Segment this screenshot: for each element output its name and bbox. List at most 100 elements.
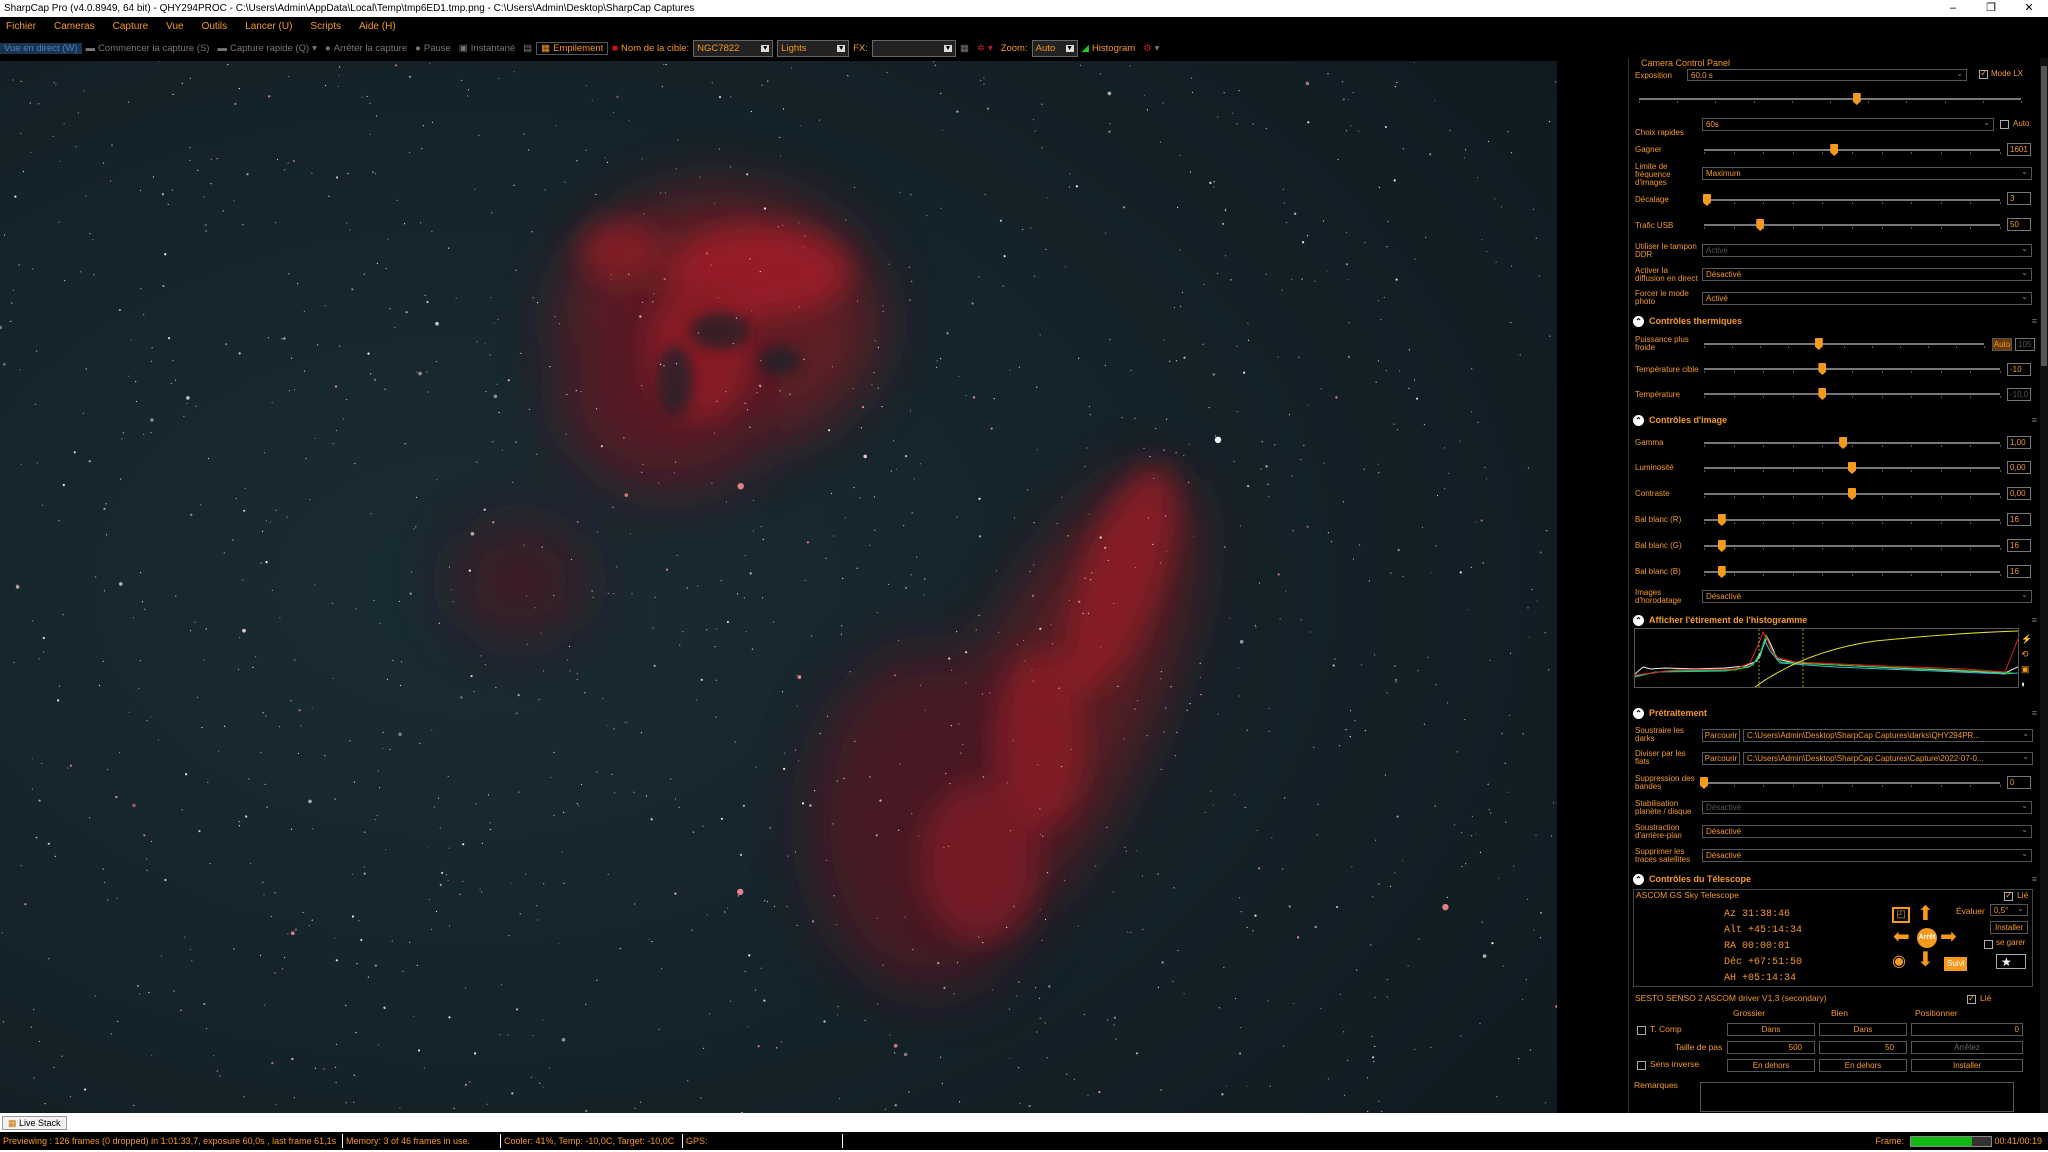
flats-select[interactable]: C:\Users\Admin\Desktop\SharpCap Captures… [1743,752,2033,765]
slider-thumb[interactable] [1830,144,1839,156]
minimize-button[interactable]: – [1934,0,1972,17]
stabilization-select[interactable]: Désactivé [1702,800,2032,814]
start-capture-button[interactable]: ▬ Commencer la capture (S) [82,43,214,54]
save-icon[interactable]: ▣ [2021,662,2035,677]
slider-thumb[interactable] [1818,363,1827,375]
image-viewer[interactable] [0,61,1557,1113]
timestamp-select[interactable]: Désactivé [1702,589,2032,603]
focuser-stop-button[interactable]: Arrêtez [1911,1041,2023,1054]
focuser-install-button[interactable]: Installer [1911,1059,2023,1072]
menu-cameras[interactable]: Cameras [54,21,95,32]
zoom-select[interactable]: Auto ▼ [1031,39,1078,57]
contrast-value[interactable]: 0,00 [2007,487,2031,500]
usb-value[interactable]: 50 [2007,218,2031,231]
telescope-section-header[interactable]: ⌃ Contrôles du Télescope ≡ [1633,872,2043,886]
histogram-button[interactable]: ◢ Histogram [1078,43,1140,54]
focuser-linked-checkbox[interactable] [1967,993,1976,1004]
wb-green-value[interactable]: 16 [2007,539,2031,552]
menu-view[interactable]: Vue [166,21,183,32]
slider-thumb[interactable] [1848,488,1856,500]
snapshot-button[interactable]: ▣ Instantané [455,43,519,54]
exposure-field[interactable]: 60,0 s [1687,68,1967,81]
rate-select[interactable]: 0,5° [1990,903,2028,916]
slider-thumb[interactable] [1717,540,1726,552]
slider-thumb[interactable] [1848,462,1856,474]
wb-red-value[interactable]: 16 [2007,513,2031,526]
east-arrow-icon[interactable]: ➡ [1940,927,1957,947]
menu-launch[interactable]: Lancer (U) [245,21,292,32]
histogram-section-header[interactable]: ⌃ Afficher l'étirement de l'histogramme ≡ [1633,613,2043,627]
live-broadcast-select[interactable]: Désactivé [1702,267,2032,281]
south-arrow-icon[interactable]: ⬇ [1917,950,1934,970]
wb-green-slider[interactable] [1704,540,2001,552]
quick-capture-button[interactable]: ▬ Capture rapide (Q) ▾ [213,43,320,54]
live-stack-tab[interactable]: ▦ Live Stack [2,1116,67,1130]
west-arrow-icon[interactable]: ⬅ [1893,927,1910,947]
goto-icon[interactable]: ◰ [1892,907,1910,923]
ddr-select[interactable]: Activé [1702,243,2032,257]
background-select[interactable]: Désactivé [1702,824,2032,838]
brightness-value[interactable]: 0,00 [2007,461,2031,474]
wb-blue-value[interactable]: 16 [2007,565,2031,578]
fine-step-field[interactable]: 50 [1819,1041,1907,1054]
menu-help[interactable]: Aide (H) [359,21,396,32]
cooler-auto-button[interactable]: Auto [1992,338,2012,351]
menu-scripts[interactable]: Scripts [310,21,341,32]
satellite-select[interactable]: Désactivé [1702,848,2032,862]
slider-thumb[interactable] [1852,93,1861,105]
reverse-checkbox[interactable] [1637,1061,1646,1070]
track-button[interactable]: Suivi [1944,957,1968,971]
gamma-value[interactable]: 1,00 [2007,436,2031,449]
force-photo-select[interactable]: Activé [1702,291,2032,305]
offset-slider[interactable] [1702,194,2001,206]
slider-thumb[interactable] [1717,566,1726,578]
star-icon[interactable]: ★ [1996,954,2026,969]
live-view-button[interactable]: Vue en direct (W) [0,42,82,54]
histogram-plot[interactable] [1634,628,2019,688]
gain-slider[interactable] [1704,144,2001,156]
coarse-step-field[interactable]: 500 [1727,1041,1815,1054]
slider-thumb[interactable] [1717,514,1726,526]
reset-icon[interactable]: ⟲ [2021,647,2035,662]
menu-tools[interactable]: Outils [202,21,228,32]
menu-capture[interactable]: Capture [113,21,149,32]
banding-slider[interactable] [1700,777,2001,789]
remarks-field[interactable] [1700,1082,2014,1112]
tcomp-checkbox[interactable] [1637,1026,1646,1035]
darks-select[interactable]: C:\Users\Admin\Desktop\SharpCap Captures… [1743,729,2033,742]
contrast-slider[interactable] [1704,488,2001,500]
slider-thumb[interactable] [1818,388,1827,400]
cooler-slider[interactable] [1704,338,1985,350]
maximize-button[interactable]: ❐ [1972,0,2010,17]
mode-lx-checkbox[interactable] [1979,68,1988,79]
target-temp-value[interactable]: -10 [2007,363,2031,376]
frame-type-select[interactable]: Lights ▼ [777,39,850,57]
target-name-field[interactable]: NGC7822 ▼ [693,39,774,57]
usb-slider[interactable] [1704,219,2001,231]
slider-thumb[interactable] [1839,437,1848,449]
slider-thumb[interactable] [1756,219,1765,231]
banding-value[interactable]: 0 [2007,776,2031,789]
frame-rate-select[interactable]: Maximum [1702,166,2032,180]
menu-file[interactable]: Fichier [6,21,36,32]
center-target-icon[interactable]: ◉ [1892,953,1906,971]
settings-button[interactable]: ⚙ ▾ [1139,43,1163,54]
stop-center-button[interactable]: Arrêt [1917,928,1937,948]
lightning-icon[interactable]: ⚡ [2021,632,2035,647]
auto-exposure-checkbox[interactable] [2000,120,2009,129]
panel-scrollbar[interactable] [2040,58,2048,1113]
exposure-slider[interactable] [1639,93,2022,105]
pause-button[interactable]: ● Pause [411,43,455,54]
wb-red-slider[interactable] [1704,514,2001,526]
mount-linked-checkbox[interactable] [2004,890,2013,901]
brightness-slider[interactable] [1704,462,2001,474]
record-settings-button[interactable]: ▤ [519,43,536,54]
fine-out-button[interactable]: En dehors [1819,1059,1907,1072]
gain-value[interactable]: 1601 [2007,143,2031,156]
offset-value[interactable]: 3 [2007,192,2031,205]
gamma-slider[interactable] [1704,437,2001,449]
image-section-header[interactable]: ⌃ Contrôles d'image ≡ [1633,413,2043,427]
fine-in-button[interactable]: Dans [1819,1023,1907,1036]
park-checkbox[interactable] [1984,940,1993,949]
preprocessing-section-header[interactable]: ⌃ Prétraitement ≡ [1633,706,2043,720]
